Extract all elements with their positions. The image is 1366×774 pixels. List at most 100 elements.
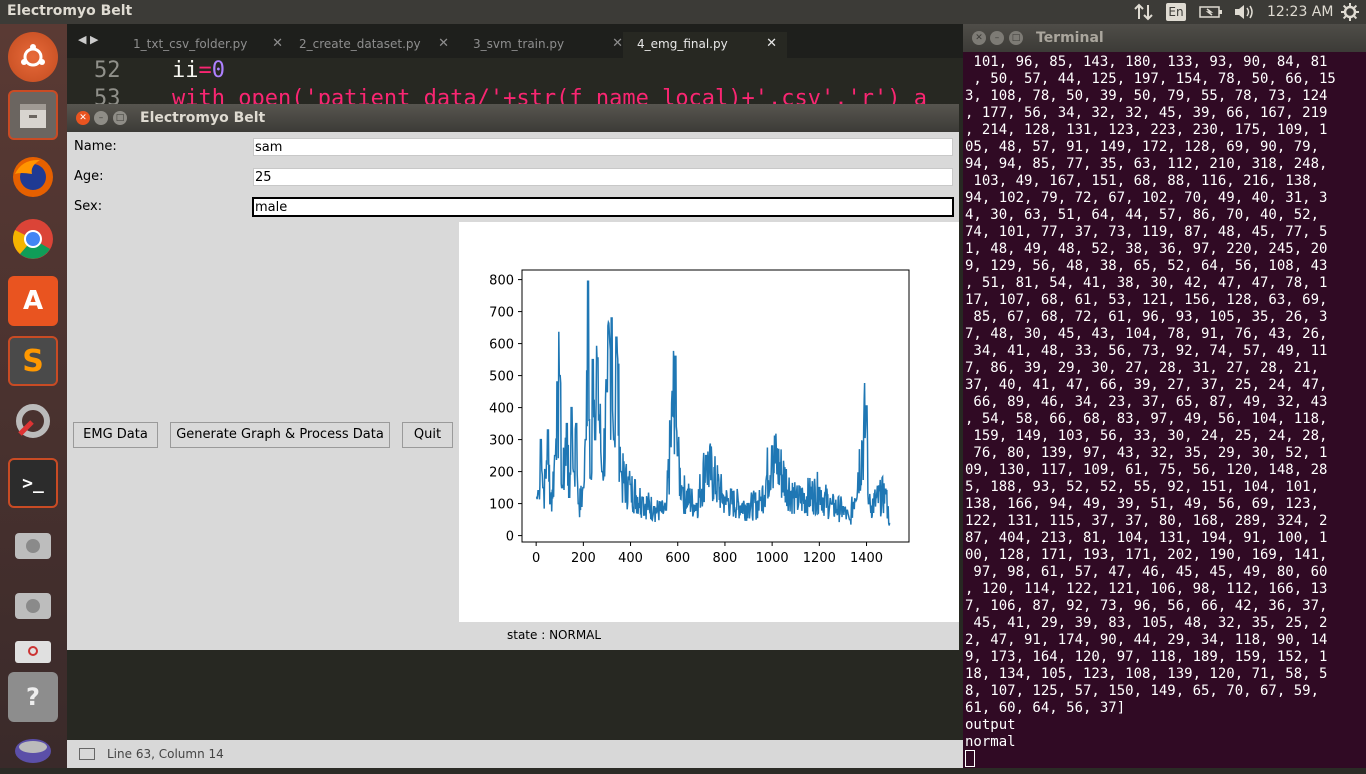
age-input[interactable]: 25	[253, 168, 953, 186]
editor-tab-bar: ◀ ▶ 1_txt_csv_folder.py ✕ 2_create_datas…	[67, 24, 963, 58]
terminal-line: , 50, 57, 44, 125, 197, 154, 78, 50, 66,…	[965, 71, 1336, 87]
editor-tab[interactable]: 1_txt_csv_folder.py ✕	[119, 32, 293, 58]
sex-input[interactable]: male	[252, 197, 954, 217]
terminal-line: , 120, 114, 122, 121, 106, 98, 112, 166,…	[965, 581, 1328, 597]
age-label: Age:	[74, 169, 104, 184]
minimize-icon[interactable]: –	[94, 111, 108, 125]
y-tick-label: 600	[489, 338, 514, 353]
cursor-position: Line 63, Column 14	[107, 747, 224, 761]
close-icon[interactable]: ✕	[612, 32, 623, 56]
ubuntu-logo-icon[interactable]	[8, 32, 58, 82]
drive-icon[interactable]	[8, 520, 58, 570]
maximize-icon[interactable]: □	[113, 111, 127, 125]
terminal-line: , 54, 58, 66, 68, 83, 97, 49, 56, 104, 1…	[965, 411, 1328, 427]
terminal-line: 66, 89, 46, 34, 23, 37, 65, 87, 49, 32, …	[965, 394, 1328, 410]
tab-label: 1_txt_csv_folder.py	[133, 37, 248, 51]
quit-button[interactable]: Quit	[402, 422, 453, 448]
launcher: A S >_ ?	[0, 24, 67, 768]
terminal-line: 17, 107, 68, 61, 53, 121, 156, 128, 63, …	[965, 292, 1328, 308]
top-panel: Electromyo Belt En 12:23 AM	[0, 0, 1366, 24]
terminal-line: 2, 47, 91, 174, 90, 44, 29, 34, 118, 90,…	[965, 632, 1328, 648]
chrome-icon[interactable]	[8, 214, 58, 264]
x-tick-label: 400	[618, 551, 643, 566]
terminal-line: normal	[965, 734, 1016, 750]
name-label: Name:	[74, 139, 117, 154]
y-tick-label: 200	[489, 466, 514, 481]
x-tick-label: 600	[665, 551, 690, 566]
system-settings-icon[interactable]	[8, 396, 58, 446]
terminal-icon[interactable]: >_	[8, 458, 58, 508]
terminal-line: 9, 173, 164, 120, 97, 118, 189, 159, 152…	[965, 649, 1328, 665]
terminal-line: , 214, 128, 131, 123, 223, 230, 175, 109…	[965, 122, 1328, 138]
volume-icon[interactable]	[1233, 3, 1255, 25]
maximize-icon[interactable]: □	[1009, 31, 1023, 45]
terminal-line: 122, 131, 115, 37, 37, 80, 168, 289, 324…	[965, 513, 1328, 529]
editor-tab-active[interactable]: 4_emg_final.py ✕	[623, 32, 787, 58]
active-app-title: Electromyo Belt	[7, 3, 133, 19]
terminal-output[interactable]: 101, 96, 85, 143, 180, 133, 93, 90, 84, …	[965, 54, 1363, 751]
terminal-line: 87, 404, 213, 81, 104, 131, 194, 91, 100…	[965, 530, 1328, 546]
x-tick-label: 200	[571, 551, 596, 566]
tab-nav-arrows[interactable]: ◀ ▶	[78, 33, 98, 46]
tab-label: 2_create_dataset.py	[299, 37, 421, 51]
terminal-line: 85, 67, 68, 72, 61, 96, 93, 105, 35, 26,…	[965, 309, 1328, 325]
emg-data-button[interactable]: EMG Data	[73, 422, 158, 448]
terminal-line: 34, 41, 48, 33, 56, 73, 92, 74, 57, 49, …	[965, 343, 1328, 359]
removable-drive-icon[interactable]	[8, 628, 58, 678]
terminal-line: 05, 48, 57, 91, 149, 172, 128, 69, 90, 7…	[965, 139, 1320, 155]
close-icon[interactable]: ✕	[766, 32, 777, 56]
generate-graph-button[interactable]: Generate Graph & Process Data	[170, 422, 390, 448]
help-icon[interactable]: ?	[8, 672, 58, 722]
y-tick-label: 100	[489, 498, 514, 513]
terminal-line: 09, 130, 117, 109, 61, 75, 56, 120, 148,…	[965, 462, 1328, 478]
y-tick-label: 400	[489, 402, 514, 417]
gear-icon[interactable]	[1341, 3, 1359, 25]
firefox-icon[interactable]	[8, 152, 58, 202]
terminal-line: , 51, 81, 54, 41, 38, 30, 42, 47, 47, 78…	[965, 275, 1328, 291]
panel-toggle-icon[interactable]	[79, 748, 95, 760]
y-tick-label: 800	[489, 274, 514, 289]
close-icon[interactable]: ✕	[272, 32, 283, 56]
terminal-line: output	[965, 717, 1016, 733]
network-updown-icon[interactable]	[1134, 3, 1154, 25]
close-icon[interactable]: ✕	[972, 31, 986, 45]
window-titlebar[interactable]: ✕ – □ Electromyo Belt	[67, 104, 959, 132]
emg-signal-line	[535, 280, 891, 526]
editor-tab[interactable]: 2_create_dataset.py ✕	[285, 32, 459, 58]
terminal-line: 76, 80, 139, 97, 43, 32, 35, 29, 30, 52,…	[965, 445, 1328, 461]
terminal-line: 1, 48, 49, 48, 52, 38, 36, 97, 220, 245,…	[965, 241, 1328, 257]
terminal-line: 3, 108, 78, 50, 39, 50, 79, 55, 78, 73, …	[965, 88, 1328, 104]
terminal-titlebar[interactable]: ✕ – □ Terminal	[963, 24, 1366, 52]
terminal-line: , 177, 56, 34, 32, 32, 45, 39, 66, 167, …	[965, 105, 1328, 121]
editor-tab[interactable]: 3_svm_train.py ✕	[459, 32, 633, 58]
emg-plot-canvas: 0 200 400 600 800 1000 1200 1400 0 100 200 300 400 50…	[459, 222, 959, 622]
close-icon[interactable]: ✕	[76, 111, 90, 125]
trash-icon[interactable]	[8, 724, 58, 774]
terminal-line: 45, 41, 29, 39, 83, 105, 48, 32, 35, 25,…	[965, 615, 1328, 631]
terminal-line: 138, 166, 94, 49, 39, 51, 49, 56, 69, 12…	[965, 496, 1320, 512]
files-icon[interactable]	[8, 90, 58, 140]
sublime-text-icon[interactable]: S	[8, 336, 58, 386]
y-tick-label: 0	[506, 530, 514, 545]
keyboard-language-indicator[interactable]: En	[1166, 3, 1186, 21]
terminal-line: 7, 48, 30, 45, 43, 104, 78, 91, 76, 43, …	[965, 326, 1328, 342]
app-window: ✕ – □ Electromyo Belt Name: sam Age: 25 …	[67, 104, 959, 650]
close-icon[interactable]: ✕	[438, 32, 449, 56]
drive-icon[interactable]	[8, 580, 58, 630]
code-line[interactable]: ii=0	[172, 58, 225, 83]
battery-icon[interactable]	[1199, 3, 1223, 25]
terminal-line: 8, 107, 125, 57, 150, 149, 65, 70, 67, 5…	[965, 683, 1320, 699]
terminal-line: 9, 129, 56, 48, 38, 65, 52, 64, 56, 108,…	[965, 258, 1328, 274]
terminal-line: 37, 40, 41, 47, 66, 39, 27, 37, 25, 24, …	[965, 377, 1328, 393]
minimize-icon[interactable]: –	[990, 31, 1004, 45]
y-tick-label: 700	[489, 306, 514, 321]
software-center-icon[interactable]: A	[8, 276, 58, 326]
tab-label: 4_emg_final.py	[637, 37, 728, 51]
sex-label: Sex:	[74, 199, 103, 214]
terminal-line: 74, 101, 77, 37, 73, 119, 87, 48, 45, 77…	[965, 224, 1328, 240]
terminal-window: ✕ – □ Terminal 101, 96, 85, 143, 180, 13…	[963, 24, 1366, 768]
clock[interactable]: 12:23 AM	[1267, 4, 1333, 20]
name-input[interactable]: sam	[253, 138, 953, 156]
terminal-line: 103, 49, 167, 151, 68, 88, 116, 216, 138…	[965, 173, 1320, 189]
x-tick-label: 800	[713, 551, 738, 566]
